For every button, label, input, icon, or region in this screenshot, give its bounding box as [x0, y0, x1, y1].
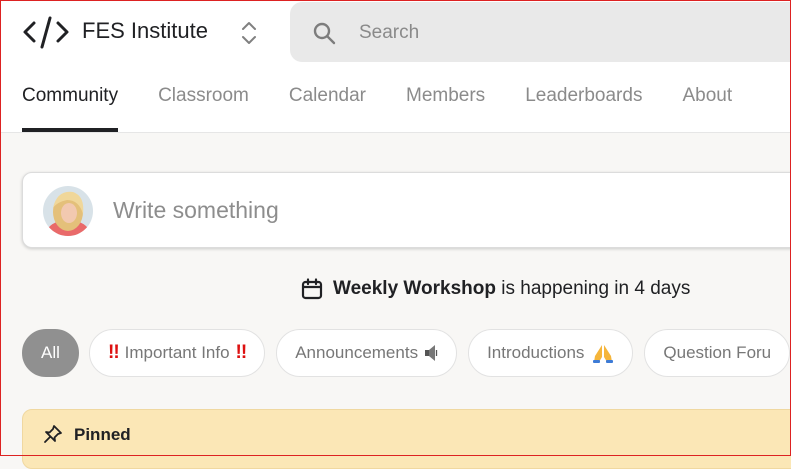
tab-calendar[interactable]: Calendar [289, 84, 366, 132]
chevron-up-down-icon[interactable] [238, 20, 260, 46]
event-name[interactable]: Weekly Workshop [333, 278, 496, 300]
code-logo-icon[interactable] [22, 14, 70, 50]
filter-all[interactable]: All [22, 329, 79, 377]
filter-important-info[interactable]: !! Important Info !! [89, 329, 266, 377]
filter-important-info-label: Important Info [124, 343, 230, 362]
filter-announcements[interactable]: Announcements [276, 329, 458, 377]
filter-introductions-label: Introductions [487, 343, 585, 362]
tab-classroom[interactable]: Classroom [158, 84, 249, 132]
pin-icon [44, 425, 62, 443]
filter-all-label: All [41, 343, 60, 362]
calendar-icon [301, 278, 323, 300]
composer-input[interactable]: Write something [113, 197, 279, 224]
avatar[interactable] [43, 186, 93, 236]
double-exclamation-icon: !! [235, 342, 248, 363]
event-time-text: is happening in 4 days [501, 278, 691, 299]
search-icon [313, 22, 336, 45]
pinned-section[interactable]: Pinned [22, 409, 791, 469]
praying-hands-icon [593, 345, 614, 363]
filter-announcements-label: Announcements [295, 343, 419, 362]
pinned-label: Pinned [74, 425, 131, 444]
tab-leaderboards[interactable]: Leaderboards [525, 84, 642, 132]
top-header: FES Institute Search Community Classroom… [0, 0, 791, 133]
post-composer[interactable]: Write something [22, 172, 791, 248]
speaker-icon [425, 345, 438, 361]
tab-members[interactable]: Members [406, 84, 485, 132]
community-name[interactable]: FES Institute [82, 18, 208, 44]
filter-question-forum[interactable]: Question Foru [644, 329, 791, 377]
main-tabs: Community Classroom Calendar Members Lea… [22, 84, 772, 132]
filter-introductions[interactable]: Introductions [468, 329, 634, 377]
double-exclamation-icon: !! [108, 342, 120, 363]
filter-question-forum-label: Question Foru [663, 343, 772, 362]
search-bar[interactable]: Search [290, 2, 791, 62]
upcoming-event[interactable]: Weekly Workshop is happening in 4 days [300, 276, 690, 302]
category-filters: All !! Important Info !! Announcements I… [22, 329, 791, 377]
search-input[interactable]: Search [359, 22, 419, 44]
tab-about[interactable]: About [682, 84, 732, 132]
tab-community[interactable]: Community [22, 84, 119, 132]
